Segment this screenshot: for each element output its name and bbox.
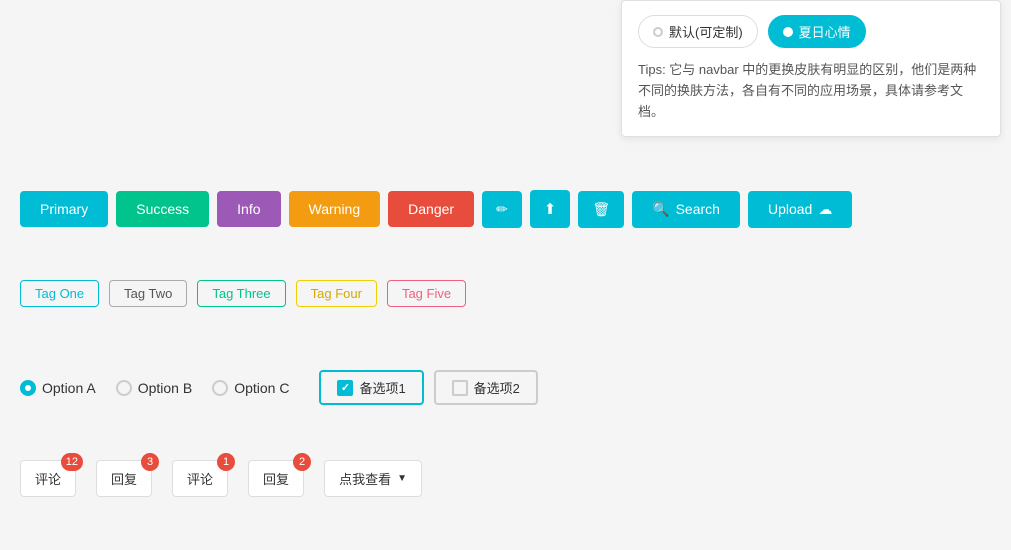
checkbox-label-2: 备选项2 xyxy=(474,378,520,397)
primary-button[interactable]: Primary xyxy=(20,191,108,227)
radio-circle-a xyxy=(20,380,36,396)
radio-label-c: Option C xyxy=(234,380,289,396)
delete-icon-button[interactable]: 🗑 xyxy=(578,191,624,228)
badge-button-3[interactable]: 评论 1 xyxy=(172,460,228,497)
theme-option-default-label: 默认(可定制) xyxy=(669,22,743,41)
badge-label-2: 回复 xyxy=(111,469,137,488)
share-icon: ⬆ xyxy=(544,200,557,218)
checkbox-item-1[interactable]: 备选项1 xyxy=(319,370,423,405)
top-card: 默认(可定制) 夏日心情 Tips: 它与 navbar 中的更换皮肤有明显的区… xyxy=(621,0,1001,137)
radio-option-b[interactable]: Option B xyxy=(116,380,192,396)
dropdown-button[interactable]: 点我查看 ▼ xyxy=(324,460,422,497)
theme-option-default[interactable]: 默认(可定制) xyxy=(638,15,758,48)
chevron-down-icon: ▼ xyxy=(397,473,407,484)
checkbox-box-1 xyxy=(337,380,353,396)
edit-icon-button[interactable]: ✏ xyxy=(482,191,522,228)
tag-three[interactable]: Tag Three xyxy=(197,280,285,307)
badge-label-3: 评论 xyxy=(187,469,213,488)
success-button[interactable]: Success xyxy=(116,191,209,227)
theme-radio-group: 默认(可定制) 夏日心情 xyxy=(638,15,984,48)
badges-section: 评论 12 回复 3 评论 1 回复 2 点我查看 ▼ xyxy=(20,460,422,497)
tags-section: Tag One Tag Two Tag Three Tag Four Tag F… xyxy=(20,280,466,307)
options-section: Option A Option B Option C 备选项1 备选项2 xyxy=(20,370,538,405)
badge-count-3: 1 xyxy=(217,453,235,471)
tips-text: Tips: 它与 navbar 中的更换皮肤有明显的区别，他们是两种不同的换肤方… xyxy=(638,60,984,122)
upload-icon: ☁ xyxy=(818,201,832,218)
radio-circle-c xyxy=(212,380,228,396)
badge-button-4[interactable]: 回复 2 xyxy=(248,460,304,497)
badge-count-4: 2 xyxy=(293,453,311,471)
badge-label-1: 评论 xyxy=(35,469,61,488)
checkbox-label-1: 备选项1 xyxy=(359,378,405,397)
radio-option-c[interactable]: Option C xyxy=(212,380,289,396)
checkbox-group: 备选项1 备选项2 xyxy=(319,370,537,405)
theme-option-summer-label: 夏日心情 xyxy=(799,22,851,41)
upload-button[interactable]: Upload ☁ xyxy=(748,191,852,228)
search-button[interactable]: 🔍 Search xyxy=(632,191,740,228)
radio-label-b: Option B xyxy=(138,380,192,396)
buttons-section: Primary Success Info Warning Danger ✏ ⬆ … xyxy=(20,190,852,228)
checkbox-box-2 xyxy=(452,380,468,396)
radio-dot-default xyxy=(653,27,663,37)
edit-icon: ✏ xyxy=(496,201,508,218)
search-icon: 🔍 xyxy=(652,201,669,218)
tag-two[interactable]: Tag Two xyxy=(109,280,187,307)
info-button[interactable]: Info xyxy=(217,191,280,227)
checkbox-item-2[interactable]: 备选项2 xyxy=(434,370,538,405)
tag-one[interactable]: Tag One xyxy=(20,280,99,307)
tag-four[interactable]: Tag Four xyxy=(296,280,377,307)
theme-option-summer[interactable]: 夏日心情 xyxy=(768,15,866,48)
radio-label-a: Option A xyxy=(42,380,96,396)
share-icon-button[interactable]: ⬆ xyxy=(530,190,571,228)
delete-icon: 🗑 xyxy=(592,201,610,218)
radio-option-a[interactable]: Option A xyxy=(20,380,96,396)
dropdown-label: 点我查看 xyxy=(339,469,391,488)
badge-count-2: 3 xyxy=(141,453,159,471)
tag-five[interactable]: Tag Five xyxy=(387,280,466,307)
danger-button[interactable]: Danger xyxy=(388,191,474,227)
badge-button-1[interactable]: 评论 12 xyxy=(20,460,76,497)
badge-label-4: 回复 xyxy=(263,469,289,488)
radio-circle-b xyxy=(116,380,132,396)
radio-dot-summer xyxy=(783,27,793,37)
badge-count-1: 12 xyxy=(61,453,83,471)
badge-button-2[interactable]: 回复 3 xyxy=(96,460,152,497)
warning-button[interactable]: Warning xyxy=(289,191,381,227)
